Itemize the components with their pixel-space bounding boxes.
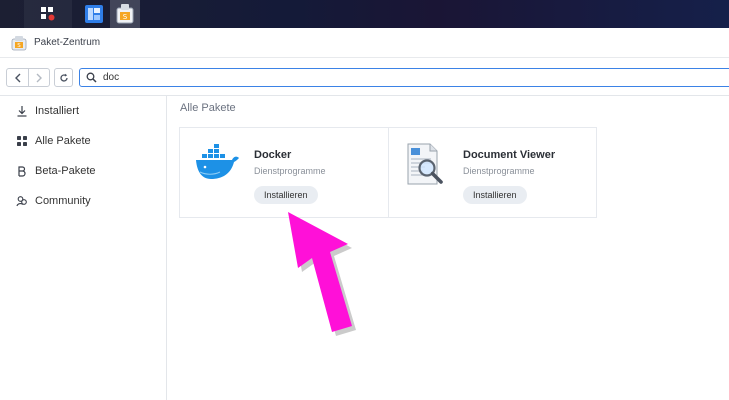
search-icon	[86, 72, 97, 83]
package-card-document-viewer[interactable]: Document Viewer Dienstprogramme Installi…	[388, 128, 596, 217]
sidebar-item-all-packages[interactable]: Alle Pakete	[16, 132, 91, 150]
sidebar-item-community[interactable]: Community	[16, 192, 91, 210]
search-input[interactable]	[103, 72, 603, 83]
window-title: Paket-Zentrum	[34, 37, 101, 48]
refresh-icon	[59, 73, 68, 82]
package-category: Dienstprogramme	[254, 166, 326, 176]
docker-whale-icon	[196, 144, 239, 179]
main-menu-button[interactable]	[24, 0, 72, 28]
beta-icon	[16, 165, 28, 177]
taskbar-app-package-center[interactable]: S	[110, 0, 140, 28]
main-menu-icon	[41, 7, 55, 21]
section-title: Alle Pakete	[180, 102, 236, 114]
svg-text:S: S	[17, 43, 21, 49]
taskbar-app-file-station[interactable]	[80, 0, 108, 28]
community-icon	[16, 195, 28, 207]
sidebar-item-label: Installiert	[35, 105, 80, 117]
forward-button[interactable]	[28, 69, 49, 86]
chevron-left-icon	[14, 73, 20, 82]
package-center-icon: S	[116, 4, 134, 24]
install-button-document-viewer[interactable]: Installieren	[463, 186, 527, 204]
sidebar-item-label: Community	[35, 195, 91, 207]
package-category: Dienstprogramme	[463, 166, 535, 176]
document-viewer-icon	[407, 143, 443, 185]
download-icon	[16, 105, 28, 117]
annotation-arrow	[288, 212, 356, 336]
package-grid: Docker Dienstprogramme Installieren Docu…	[179, 127, 597, 218]
package-name: Docker	[254, 149, 292, 161]
grid-icon	[16, 135, 28, 147]
main-content: Alle Pakete Docker Dienstprogramme Insta…	[168, 96, 729, 400]
file-station-icon	[85, 5, 103, 23]
window-titlebar: S Paket-Zentrum	[0, 28, 729, 58]
chevron-right-icon	[36, 73, 42, 82]
refresh-button[interactable]	[54, 68, 73, 87]
taskbar: S	[0, 0, 729, 28]
search-box[interactable]	[79, 68, 729, 87]
sidebar-item-beta-packages[interactable]: Beta-Pakete	[16, 162, 96, 180]
sidebar-item-label: Alle Pakete	[35, 135, 91, 147]
svg-text:S: S	[123, 13, 128, 21]
sidebar: Installiert Alle Pakete Beta-Pakete Comm…	[0, 96, 167, 400]
sidebar-item-label: Beta-Pakete	[35, 165, 96, 177]
package-center-icon: S	[11, 35, 27, 50]
toolbar	[0, 58, 729, 96]
package-name: Document Viewer	[463, 149, 556, 161]
nav-button-group	[6, 68, 50, 87]
back-button[interactable]	[7, 69, 28, 86]
sidebar-item-installed[interactable]: Installiert	[16, 102, 79, 120]
